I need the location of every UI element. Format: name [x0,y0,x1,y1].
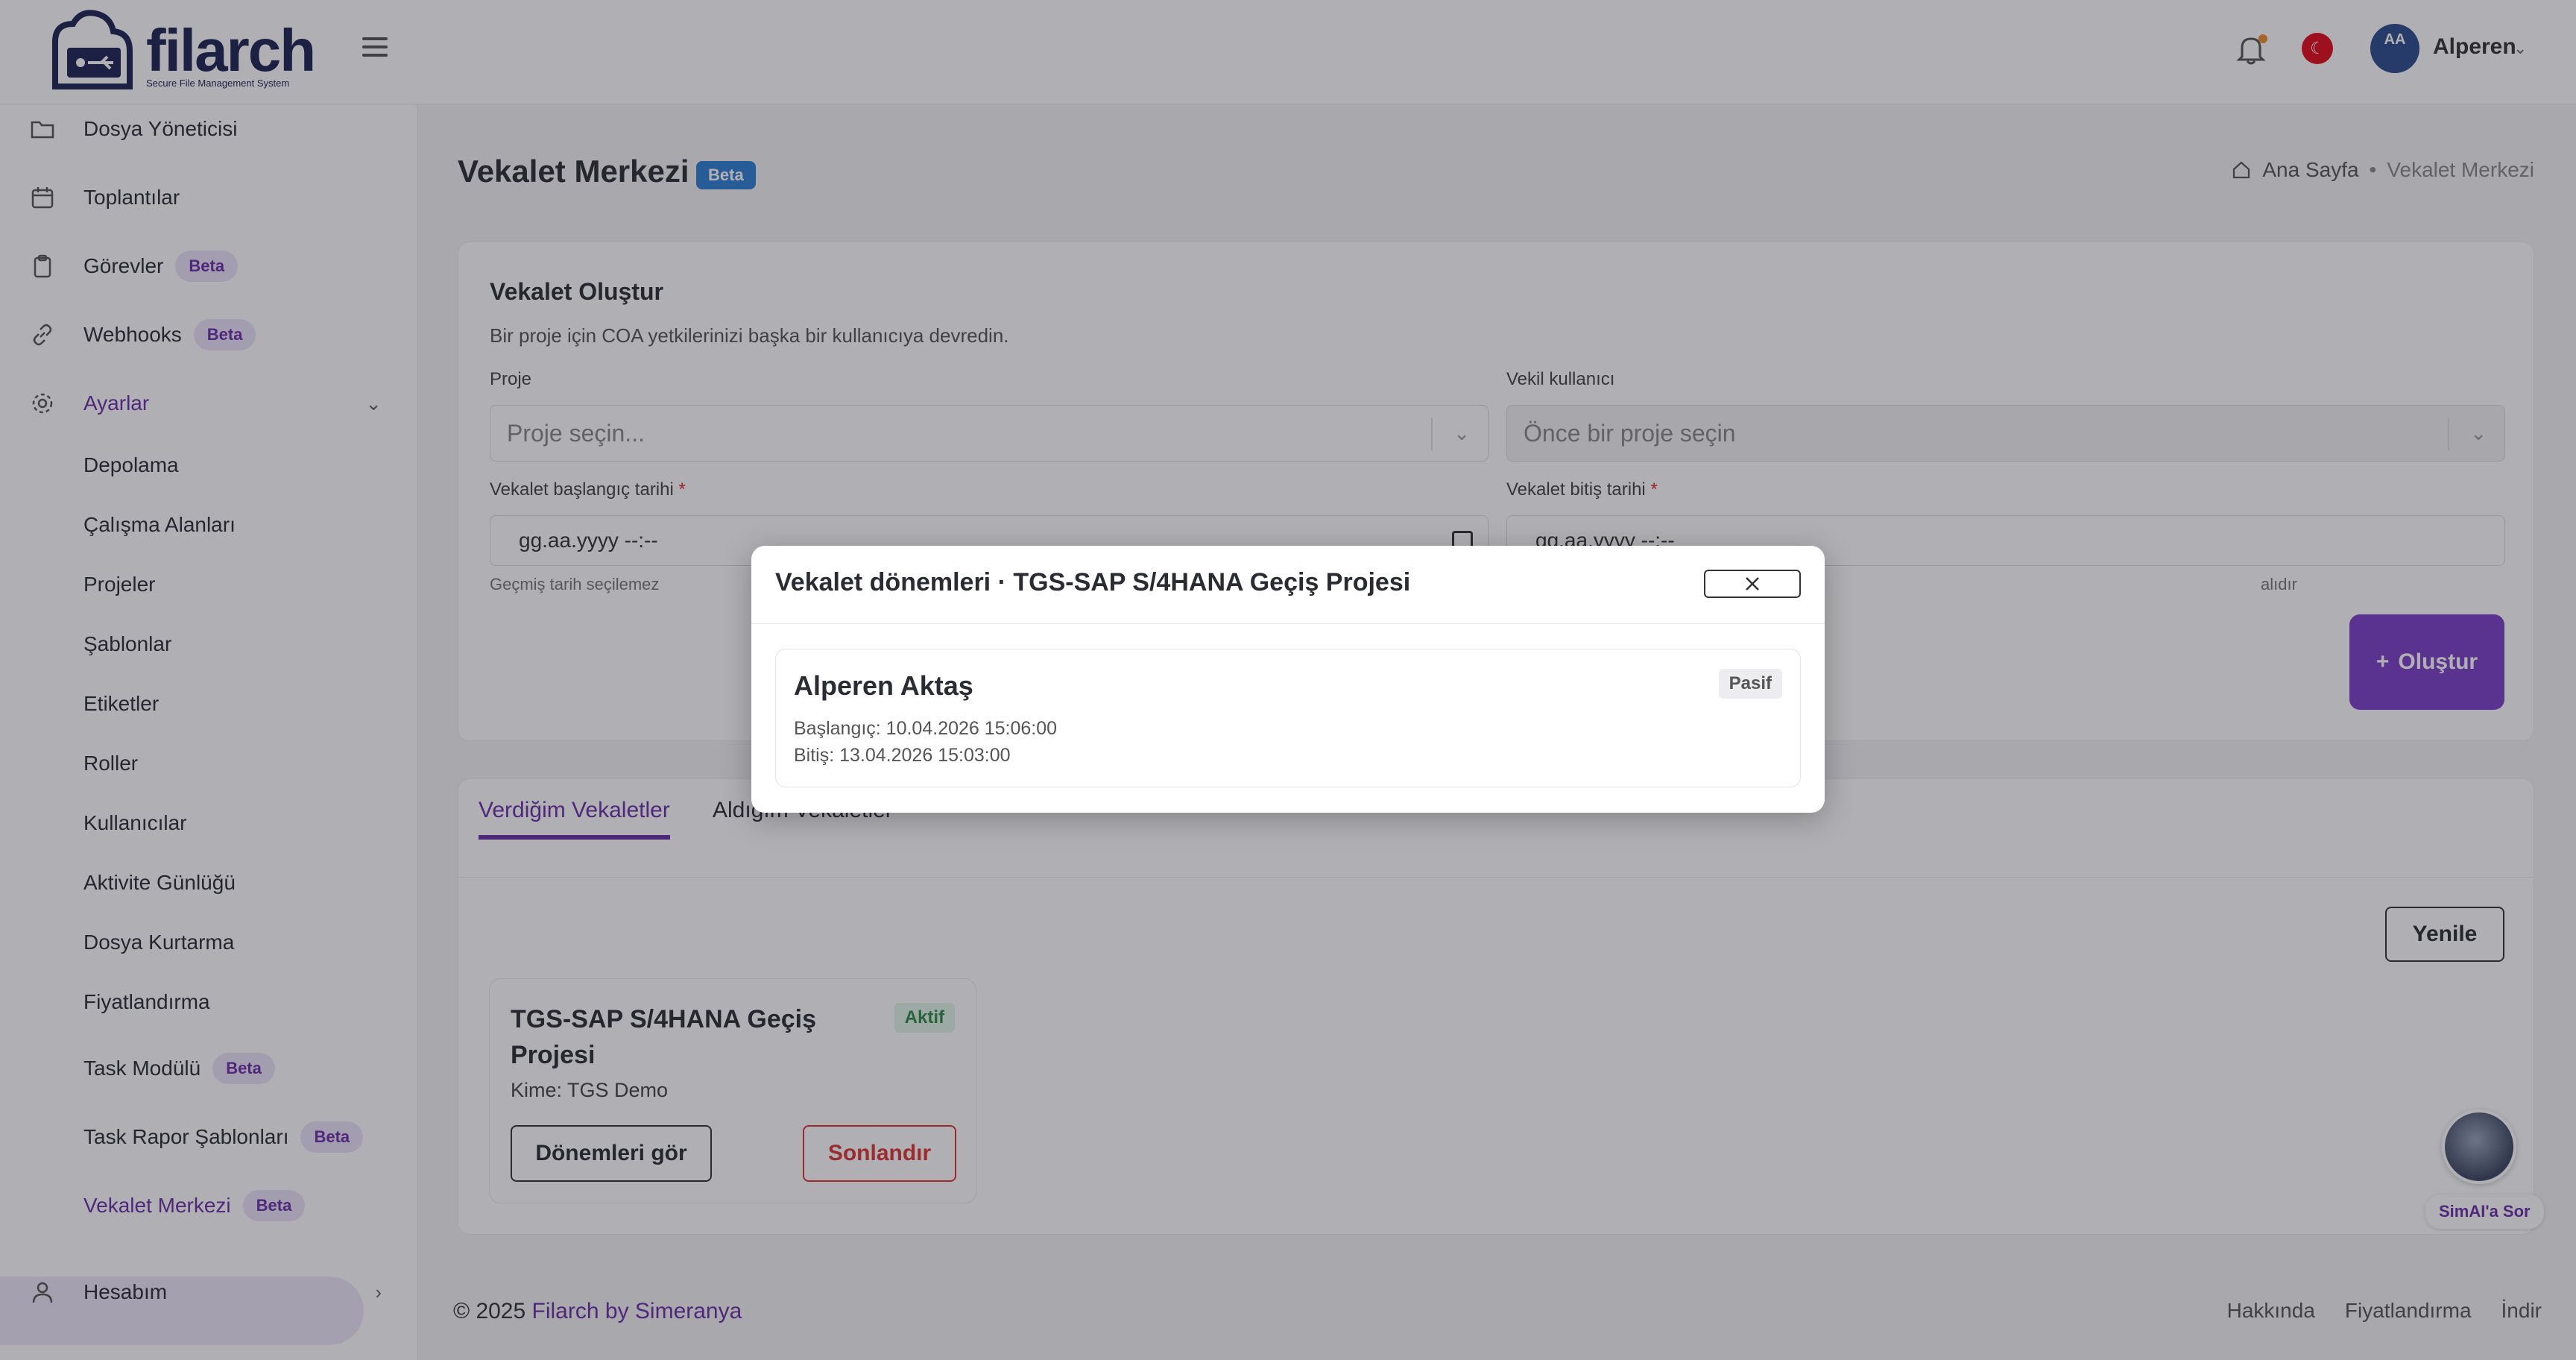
close-icon [1746,577,1759,591]
modal-title: Vekalet dönemleri · TGS-SAP S/4HANA Geçi… [775,568,1411,596]
status-badge: Pasif [1718,669,1782,699]
delegation-periods-modal: Vekalet dönemleri · TGS-SAP S/4HANA Geçi… [751,546,1825,813]
period-end: Bitiş: 13.04.2026 15:03:00 [794,745,1011,766]
close-button[interactable] [1704,570,1801,598]
period-card: Alperen Aktaş Pasif Başlangıç: 10.04.202… [775,649,1801,787]
period-delegate-name: Alperen Aktaş [794,670,973,701]
modal-divider [751,623,1825,624]
period-start: Başlangıç: 10.04.2026 15:06:00 [794,718,1058,739]
